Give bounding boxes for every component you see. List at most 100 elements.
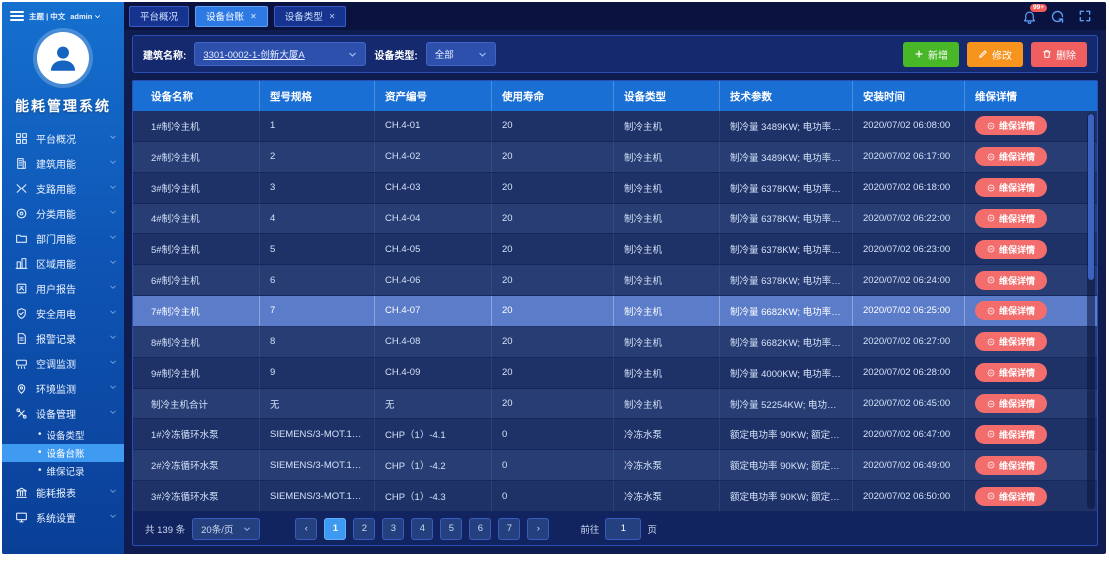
table-cell: 5: [260, 234, 375, 264]
sidebar-item-6[interactable]: 用户报告: [2, 276, 124, 301]
page-button-2[interactable]: 2: [353, 518, 375, 540]
sidebar-item-0[interactable]: 平台概况: [2, 126, 124, 151]
sidebar-item-4[interactable]: 部门用能: [2, 226, 124, 251]
table-cell: 20: [492, 204, 614, 234]
scrollbar-thumb[interactable]: [1088, 114, 1094, 280]
close-icon[interactable]: ✕: [329, 12, 336, 21]
table-row[interactable]: 2#制冷主机2CH.4-0220制冷主机制冷量 3489KW; 电功率 2...…: [133, 142, 1097, 173]
table-row[interactable]: 6#制冷主机6CH.4-0620制冷主机制冷量 6378KW; 电功率 2...…: [133, 265, 1097, 296]
add-button[interactable]: 新增: [903, 42, 959, 67]
chevron-down-icon: [109, 408, 117, 416]
maintenance-detail-button[interactable]: 维保详情: [975, 363, 1047, 382]
maintenance-detail-button[interactable]: 维保详情: [975, 240, 1047, 259]
page-button-4[interactable]: 4: [411, 518, 433, 540]
table-cell: 7#制冷主机: [133, 296, 260, 326]
table-cell: 9: [260, 358, 375, 388]
sidebar-item-8[interactable]: 报警记录: [2, 326, 124, 351]
menu-toggle-icon[interactable]: [10, 9, 24, 23]
sidebar-item-13[interactable]: 系统设置: [2, 505, 124, 530]
table-cell: 制冷主机: [614, 265, 720, 295]
table-cell: 制冷量 4000KW; 电功率 4...: [720, 358, 853, 388]
page-size-select[interactable]: 20条/页: [192, 518, 260, 540]
maintenance-detail-button[interactable]: 维保详情: [975, 116, 1047, 135]
fullscreen-icon[interactable]: [1078, 9, 1092, 23]
tab-0[interactable]: 平台概况: [129, 6, 189, 27]
table-cell-actions: 维保详情: [965, 265, 1097, 295]
notification-bell-icon[interactable]: 99+: [1022, 9, 1037, 24]
next-page-button[interactable]: ›: [527, 518, 549, 540]
table-row[interactable]: 制冷主机合计无无20制冷主机制冷量 52254KW; 电功率 ...2020/0…: [133, 389, 1097, 420]
tab-1[interactable]: 设备台账✕: [195, 6, 268, 27]
sidebar-subitem-11-1[interactable]: •设备台账: [2, 444, 124, 462]
table-row[interactable]: 1#冷冻循环水泵SIEMENS/3-MOT.1LG028...CHP（1）-4.…: [133, 419, 1097, 450]
table-row[interactable]: 3#制冷主机3CH.4-0320制冷主机制冷量 6378KW; 电功率 2...…: [133, 173, 1097, 204]
table-cell: 20: [492, 234, 614, 264]
page-button-6[interactable]: 6: [469, 518, 491, 540]
table-cell: 20: [492, 327, 614, 357]
table-cell: CH.4-06: [375, 265, 492, 295]
table-row[interactable]: 7#制冷主机7CH.4-0720制冷主机制冷量 6682KW; 电功率 1...…: [133, 296, 1097, 327]
table-row[interactable]: 2#冷冻循环水泵SIEMENS/3-MOT.1LG028...CHP（1）-4.…: [133, 450, 1097, 481]
delete-button[interactable]: 删除: [1031, 42, 1087, 67]
table-row[interactable]: 8#制冷主机8CH.4-0820制冷主机制冷量 6682KW; 电功率 1...…: [133, 327, 1097, 358]
table-cell: 额定电功率 90KW; 额定电...: [720, 419, 853, 449]
theme-language-switch[interactable]: 主题 | 中文: [29, 11, 65, 22]
page-button-7[interactable]: 7: [498, 518, 520, 540]
table-cell: 1#制冷主机: [133, 111, 260, 141]
sidebar-subitem-label: 维保记录: [47, 464, 85, 478]
tab-bar: 平台概况设备台账✕ 设备类型 ✕: [129, 6, 346, 27]
sidebar-item-11[interactable]: 设备管理: [2, 401, 124, 426]
maintenance-detail-button[interactable]: 维保详情: [975, 271, 1047, 290]
table-row[interactable]: 9#制冷主机9CH.4-0920制冷主机制冷量 4000KW; 电功率 4...…: [133, 358, 1097, 389]
page-button-1[interactable]: 1: [324, 518, 346, 540]
table-row[interactable]: 1#制冷主机1CH.4-0120制冷主机制冷量 3489KW; 电功率 2...…: [133, 111, 1097, 142]
chevron-down-icon: [109, 258, 117, 266]
table-row[interactable]: 4#制冷主机4CH.4-0420制冷主机制冷量 6378KW; 电功率 2...…: [133, 204, 1097, 235]
detail-doc-icon: [987, 122, 995, 130]
app-window: 主题 | 中文 admin 能耗管理系统 平台概况建筑用能支路用能分类用能部门用…: [2, 2, 1106, 554]
table-cell: 2020/07/02 06:23:00: [853, 234, 965, 264]
sidebar-item-10[interactable]: 环境监测: [2, 376, 124, 401]
maintenance-detail-button[interactable]: 维保详情: [975, 332, 1047, 351]
vertical-scrollbar[interactable]: [1087, 113, 1095, 509]
building-select[interactable]: 3301-0002-1-创新大厦A: [194, 42, 366, 66]
table-row[interactable]: 3#冷冻循环水泵SIEMENS/3-MOT.1LG028...CHP（1）-4.…: [133, 481, 1097, 512]
maintenance-detail-button[interactable]: 维保详情: [975, 178, 1047, 197]
avatar: [37, 32, 89, 84]
sidebar-item-2[interactable]: 支路用能: [2, 176, 124, 201]
sidebar-subitem-11-0[interactable]: •设备类型: [2, 426, 124, 444]
maintenance-detail-button[interactable]: 维保详情: [975, 425, 1047, 444]
table-cell-actions: 维保详情: [965, 450, 1097, 480]
sidebar-item-label: 系统设置: [36, 510, 76, 525]
close-icon[interactable]: ✕: [250, 12, 257, 21]
sidebar-subitem-11-2[interactable]: •维保记录: [2, 462, 124, 480]
sidebar-item-12[interactable]: 能耗报表: [2, 480, 124, 505]
maintenance-detail-button[interactable]: 维保详情: [975, 147, 1047, 166]
table-row[interactable]: 5#制冷主机5CH.4-0520制冷主机制冷量 6378KW; 电功率 2...…: [133, 234, 1097, 265]
chevron-down-icon: [94, 13, 101, 20]
goto-page-input[interactable]: [605, 518, 641, 540]
prev-page-button[interactable]: ‹: [295, 518, 317, 540]
type-select[interactable]: 全部: [426, 42, 496, 66]
sidebar-item-7[interactable]: 安全用电: [2, 301, 124, 326]
chevron-down-icon: [109, 487, 117, 495]
tab-label: 设备类型: [285, 9, 323, 23]
table-cell: 制冷主机合计: [133, 389, 260, 419]
user-menu[interactable]: admin: [70, 12, 101, 21]
page-button-5[interactable]: 5: [440, 518, 462, 540]
sidebar-item-3[interactable]: 分类用能: [2, 201, 124, 226]
edit-button[interactable]: 修改: [967, 42, 1023, 67]
page-button-3[interactable]: 3: [382, 518, 404, 540]
sidebar-item-5[interactable]: 区域用能: [2, 251, 124, 276]
maintenance-detail-button[interactable]: 维保详情: [975, 487, 1047, 506]
sidebar-item-9[interactable]: 空调监测: [2, 351, 124, 376]
maintenance-detail-button[interactable]: 维保详情: [975, 394, 1047, 413]
table-cell: 制冷量 6682KW; 电功率 1...: [720, 327, 853, 357]
sidebar-item-1[interactable]: 建筑用能: [2, 151, 124, 176]
maintenance-detail-button[interactable]: 维保详情: [975, 209, 1047, 228]
maintenance-detail-button[interactable]: 维保详情: [975, 456, 1047, 475]
table-cell: 1#冷冻循环水泵: [133, 419, 260, 449]
maintenance-detail-button[interactable]: 维保详情: [975, 301, 1047, 320]
tab-2[interactable]: 设备类型 ✕: [274, 6, 347, 27]
refresh-icon[interactable]: [1050, 9, 1065, 24]
